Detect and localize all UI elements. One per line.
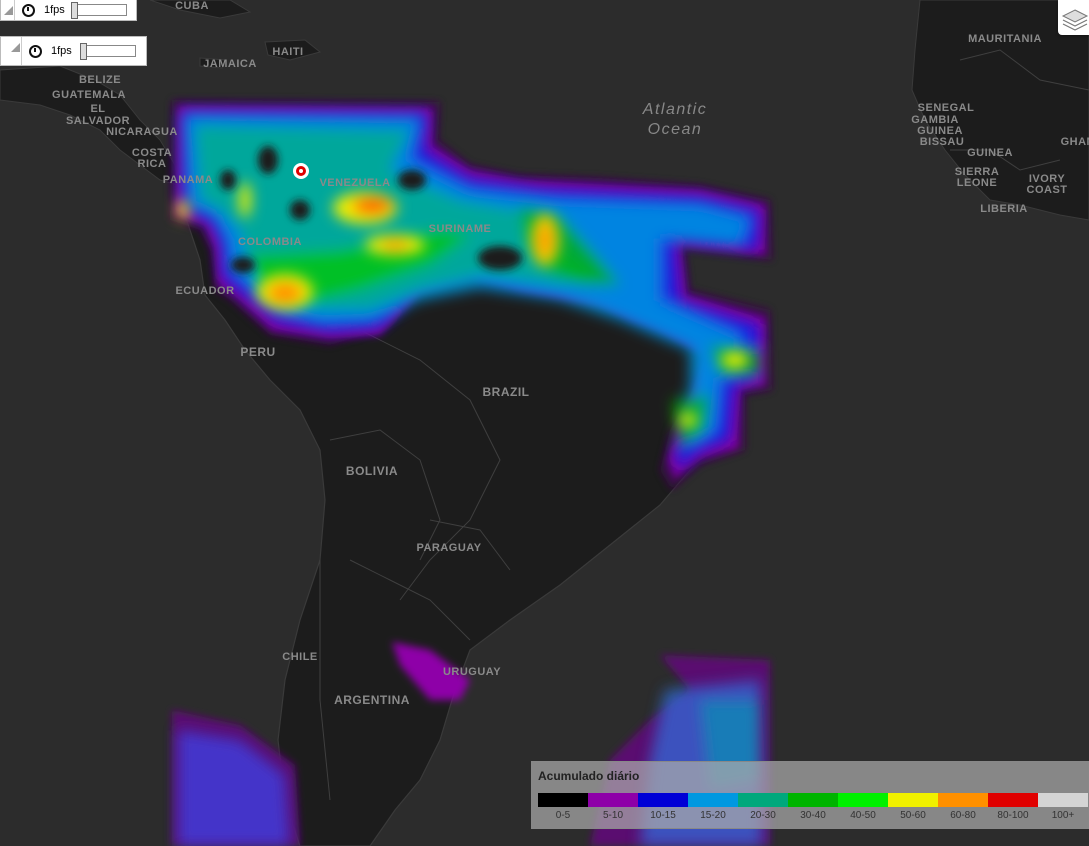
label-paraguay: PARAGUAY [416,542,481,554]
legend-swatch [688,793,738,807]
fps-slider[interactable] [79,43,136,60]
label-ghana: GHANA [1061,136,1089,148]
layer-glyph-icon [1,0,15,20]
svg-text:Ocean: Ocean [648,121,703,138]
animation-control-1[interactable]: 1fps [0,0,137,21]
fps-label: 1fps [51,45,72,57]
legend-swatch [538,793,588,807]
legend-swatch-label: 10-15 [650,810,676,821]
legend-swatch [788,793,838,807]
legend-title: Acumulado diário [538,769,640,783]
label-haiti: HAITI [272,46,303,58]
legend-swatch [638,793,688,807]
fps-slider[interactable] [70,2,127,19]
legend-swatch-label: 5-10 [602,810,623,821]
label-mauritania: MAURITANIA [968,33,1042,45]
svg-text:Atlantic: Atlantic [642,101,707,118]
legend-swatch [888,793,938,807]
layers-button[interactable] [1058,0,1089,35]
fps-label: 1fps [44,4,65,16]
label-brazil: BRAZIL [483,385,530,399]
legend-color-bar [538,793,1088,807]
legend-swatch-label: 0-5 [555,810,571,821]
legend-swatch-label: 80-100 [997,810,1029,821]
legend-swatch [938,793,988,807]
legend-swatch-label: 30-40 [800,810,826,821]
label-argentina: ARGENTINA [334,693,410,707]
label-panama: PANAMA [163,174,213,186]
legend-swatch [588,793,638,807]
legend-labels: 0-5 5-10 10-15 15-20 20-30 30-40 40-50 50-60 60-… [538,810,1088,821]
label-uruguay: URUGUAY [443,666,501,678]
legend-swatch [838,793,888,807]
label-venezuela: VENEZUELA [319,177,390,189]
label-cuba: CUBA [175,0,209,12]
label-guatemala: GUATEMALA [52,89,126,101]
label-liberia: LIBERIA [980,203,1028,215]
layer-glyph-icon [1,37,22,65]
label-el: EL [90,103,105,115]
label-suriname: SURINAME [429,223,492,235]
label-guinea: GUINEA [967,147,1013,159]
map-canvas[interactable]: CUBA HAITI JAMAICA BELIZE GUATEMALA EL S… [0,0,1089,846]
animation-control-2[interactable]: 1fps [0,36,147,66]
legend-swatch [738,793,788,807]
label-chile: CHILE [282,651,318,663]
legend-swatch-label: 60-80 [950,810,976,821]
label-nicaragua: NICARAGUA [106,126,178,138]
legend-swatch-label: 100+ [1051,810,1075,821]
precipitation-legend: Acumulado diário 0-5 5-10 10-15 15-20 20-30 3… [531,761,1089,829]
legend-swatch-label: 50-60 [900,810,926,821]
label-ecuador: ECUADOR [175,285,234,297]
label-peru: PERU [240,345,275,359]
clock-icon [22,3,35,17]
clock-icon [29,44,42,58]
label-leone: LEONE [957,177,997,189]
label-guinea-bissau-2: BISSAU [920,136,965,148]
label-senegal: SENEGAL [918,102,975,114]
legend-swatch [988,793,1038,807]
layers-icon [1061,9,1089,31]
fps-slider-handle[interactable] [79,43,87,60]
label-coast: COAST [1027,184,1068,196]
legend-swatch [1038,793,1088,807]
label-belize: BELIZE [79,74,121,86]
fps-slider-handle[interactable] [70,2,78,19]
label-bolivia: BOLIVIA [346,464,398,478]
legend-swatch-label: 15-20 [700,810,726,821]
label-rica: RICA [138,158,167,170]
label-jamaica: JAMAICA [203,58,257,70]
label-colombia: COLOMBIA [238,236,302,248]
legend-swatch-label: 40-50 [850,810,876,821]
legend-swatch-label: 20-30 [750,810,776,821]
